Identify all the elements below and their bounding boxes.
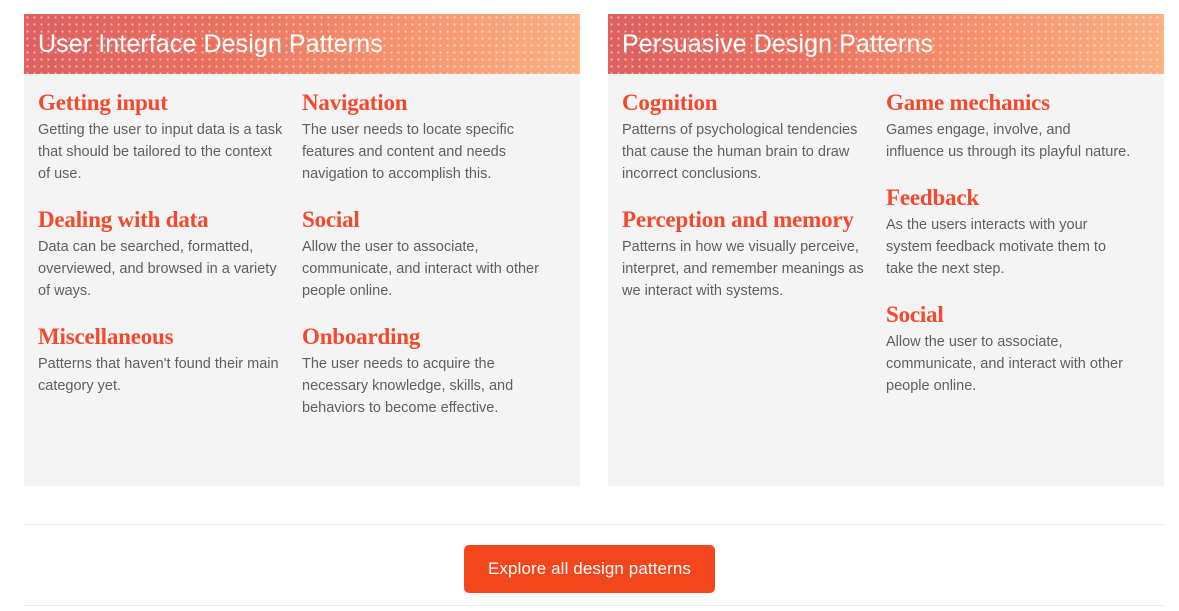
pattern-description: The user needs to acquire the necessary … (302, 356, 514, 417)
card-body-ui: Getting input Getting the user to input … (24, 74, 580, 419)
pattern-title[interactable]: Feedback (886, 185, 1132, 211)
pattern-description: Allow the user to associate, communicate… (302, 239, 539, 300)
card-ui-column-2: Navigation The user needs to locate spec… (302, 90, 566, 419)
pattern-entry-game-mechanics[interactable]: Game mechanics Games engage, involve, an… (886, 90, 1132, 163)
cta-container: Explore all design patterns (0, 545, 1179, 593)
pattern-description: Patterns of psychological tendencies tha… (622, 121, 858, 183)
card-header-ui: User Interface Design Patterns (24, 14, 580, 74)
pattern-description: Allow the user to associate, communicate… (886, 334, 1123, 395)
pattern-entry-getting-input[interactable]: Getting input Getting the user to input … (38, 90, 284, 185)
pattern-entry-cognition[interactable]: Cognition Patterns of psychological tend… (622, 90, 868, 185)
pattern-entry-onboarding[interactable]: Onboarding The user needs to acquire the… (302, 324, 548, 419)
pattern-title[interactable]: Social (302, 207, 548, 233)
pattern-entry-social-persuasive[interactable]: Social Allow the user to associate, comm… (886, 302, 1132, 397)
pattern-description: Data can be searched, formatted, overvie… (38, 239, 277, 300)
section-divider-top (24, 524, 1164, 525)
card-ui-design-patterns: User Interface Design Patterns Getting i… (24, 14, 580, 486)
pattern-title[interactable]: Navigation (302, 90, 548, 116)
pattern-entry-feedback[interactable]: Feedback As the users interacts with you… (886, 185, 1132, 280)
pattern-title[interactable]: Getting input (38, 90, 284, 116)
pattern-title[interactable]: Onboarding (302, 324, 548, 350)
pattern-description: The user needs to locate specific featur… (302, 121, 514, 183)
pattern-title[interactable]: Game mechanics (886, 90, 1132, 116)
card-persuasive-column-2: Game mechanics Games engage, involve, an… (886, 90, 1150, 397)
card-persuasive-design-patterns: Persuasive Design Patterns Cognition Pat… (608, 14, 1164, 486)
design-pattern-cards: User Interface Design Patterns Getting i… (24, 14, 1164, 486)
pattern-description: Patterns in how we visually perceive, in… (622, 239, 864, 300)
card-title-ui: User Interface Design Patterns (38, 29, 383, 58)
card-header-persuasive: Persuasive Design Patterns (608, 14, 1164, 74)
explore-all-design-patterns-button[interactable]: Explore all design patterns (463, 545, 716, 593)
pattern-title[interactable]: Cognition (622, 90, 868, 116)
pattern-title[interactable]: Social (886, 302, 1132, 328)
page-root: User Interface Design Patterns Getting i… (0, 0, 1179, 611)
card-ui-column-1: Getting input Getting the user to input … (38, 90, 302, 419)
pattern-entry-navigation[interactable]: Navigation The user needs to locate spec… (302, 90, 548, 185)
pattern-title[interactable]: Dealing with data (38, 207, 284, 233)
section-divider-bottom (24, 605, 1164, 606)
pattern-entry-dealing-with-data[interactable]: Dealing with data Data can be searched, … (38, 207, 284, 302)
pattern-entry-social-ui[interactable]: Social Allow the user to associate, comm… (302, 207, 548, 302)
pattern-description: Games engage, involve, and influence us … (886, 121, 1131, 161)
pattern-entry-miscellaneous[interactable]: Miscellaneous Patterns that haven't foun… (38, 324, 284, 397)
card-body-persuasive: Cognition Patterns of psychological tend… (608, 74, 1164, 397)
pattern-description: Patterns that haven't found their main c… (38, 356, 279, 395)
pattern-description: As the users interacts with your system … (886, 217, 1107, 278)
pattern-description: Getting the user to input data is a task… (38, 121, 283, 183)
card-persuasive-column-1: Cognition Patterns of psychological tend… (622, 90, 886, 397)
pattern-entry-perception-and-memory[interactable]: Perception and memory Patterns in how we… (622, 207, 868, 302)
pattern-title[interactable]: Perception and memory (622, 207, 868, 233)
card-title-persuasive: Persuasive Design Patterns (622, 29, 934, 58)
pattern-title[interactable]: Miscellaneous (38, 324, 284, 350)
